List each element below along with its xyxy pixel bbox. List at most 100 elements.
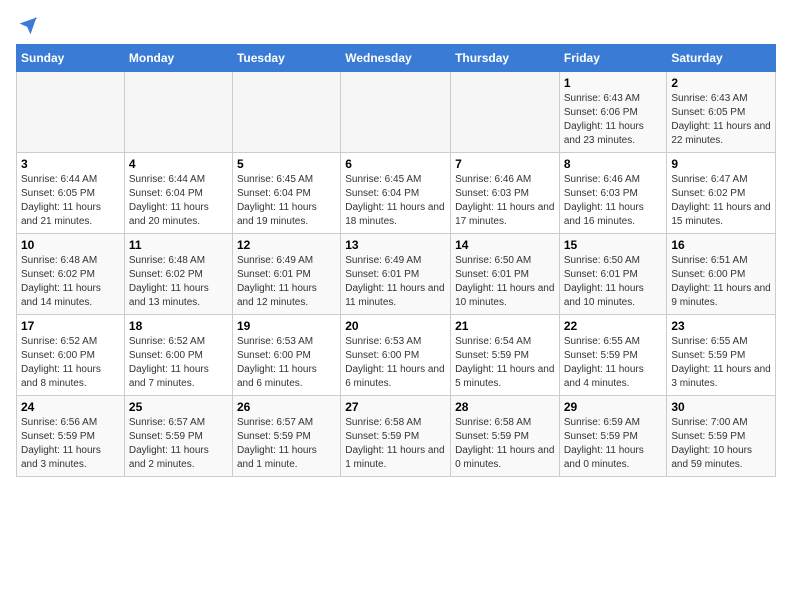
calendar-cell: 28Sunrise: 6:58 AM Sunset: 5:59 PM Dayli… [451, 396, 560, 477]
day-info: Sunrise: 6:59 AM Sunset: 5:59 PM Dayligh… [564, 416, 663, 472]
day-number: 2 [671, 76, 771, 90]
day-info: Sunrise: 6:57 AM Sunset: 5:59 PM Dayligh… [237, 416, 336, 472]
day-info: Sunrise: 6:58 AM Sunset: 5:59 PM Dayligh… [455, 416, 555, 472]
day-info: Sunrise: 6:50 AM Sunset: 6:01 PM Dayligh… [564, 254, 663, 310]
day-info: Sunrise: 6:43 AM Sunset: 6:05 PM Dayligh… [671, 92, 771, 148]
week-row-2: 3 Sunrise: 6:44 AM Sunset: 6:05 PM Daylig… [17, 153, 776, 234]
day-info: Sunrise: 6:43 AM Sunset: 6:06 PM Dayligh… [564, 92, 663, 148]
calendar-cell: 17 Sunrise: 6:52 AM Sunset: 6:00 PM Dayli… [17, 315, 125, 396]
calendar-cell: 22 Sunrise: 6:55 AM Sunset: 5:59 PM Dayli… [559, 315, 667, 396]
calendar-cell: 21 Sunrise: 6:54 AM Sunset: 5:59 PM Dayli… [451, 315, 560, 396]
day-number: 7 [455, 157, 555, 171]
weekday-header-saturday: Saturday [667, 45, 776, 72]
day-number: 23 [671, 319, 771, 333]
day-number: 3 [21, 157, 120, 171]
calendar-cell: 18 Sunrise: 6:52 AM Sunset: 6:00 PM Dayli… [124, 315, 232, 396]
day-info: Sunrise: 6:56 AM Sunset: 5:59 PM Dayligh… [21, 416, 120, 472]
day-info: Sunrise: 6:58 AM Sunset: 5:59 PM Dayligh… [345, 416, 446, 472]
day-info: Sunrise: 6:49 AM Sunset: 6:01 PM Dayligh… [345, 254, 446, 310]
weekday-header-friday: Friday [559, 45, 667, 72]
day-number: 17 [21, 319, 120, 333]
calendar-cell: 5Sunrise: 6:45 AM Sunset: 6:04 PM Daylig… [232, 153, 340, 234]
weekday-header-thursday: Thursday [451, 45, 560, 72]
day-info: Sunrise: 6:52 AM Sunset: 6:00 PM Dayligh… [21, 335, 120, 391]
day-number: 9 [671, 157, 771, 171]
calendar-cell: 11Sunrise: 6:48 AM Sunset: 6:02 PM Dayli… [124, 234, 232, 315]
day-info: Sunrise: 6:53 AM Sunset: 6:00 PM Dayligh… [237, 335, 336, 391]
day-number: 30 [671, 400, 771, 414]
day-info: Sunrise: 7:00 AM Sunset: 5:59 PM Dayligh… [671, 416, 771, 472]
weekday-header-tuesday: Tuesday [232, 45, 340, 72]
day-number: 22 [564, 319, 663, 333]
calendar-cell: 2 Sunrise: 6:43 AM Sunset: 6:05 PM Daylig… [667, 72, 776, 153]
weekday-header-wednesday: Wednesday [341, 45, 451, 72]
calendar-cell: 8 Sunrise: 6:46 AM Sunset: 6:03 PM Daylig… [559, 153, 667, 234]
day-info: Sunrise: 6:55 AM Sunset: 5:59 PM Dayligh… [564, 335, 663, 391]
calendar-cell: 15 Sunrise: 6:50 AM Sunset: 6:01 PM Dayli… [559, 234, 667, 315]
day-number: 11 [129, 238, 228, 252]
day-number: 27 [345, 400, 446, 414]
day-info: Sunrise: 6:48 AM Sunset: 6:02 PM Dayligh… [21, 254, 120, 310]
day-number: 18 [129, 319, 228, 333]
calendar-cell: 25 Sunrise: 6:57 AM Sunset: 5:59 PM Dayli… [124, 396, 232, 477]
calendar-cell: 6 Sunrise: 6:45 AM Sunset: 6:04 PM Daylig… [341, 153, 451, 234]
calendar-cell: 19 Sunrise: 6:53 AM Sunset: 6:00 PM Dayli… [232, 315, 340, 396]
weekday-header-sunday: Sunday [17, 45, 125, 72]
day-number: 15 [564, 238, 663, 252]
day-info: Sunrise: 6:51 AM Sunset: 6:00 PM Dayligh… [671, 254, 771, 310]
day-info: Sunrise: 6:47 AM Sunset: 6:02 PM Dayligh… [671, 173, 771, 229]
day-number: 21 [455, 319, 555, 333]
day-info: Sunrise: 6:46 AM Sunset: 6:03 PM Dayligh… [455, 173, 555, 229]
calendar-cell: 4 Sunrise: 6:44 AM Sunset: 6:04 PM Daylig… [124, 153, 232, 234]
calendar-cell [451, 72, 560, 153]
logo [16, 16, 38, 32]
calendar-cell: 12 Sunrise: 6:49 AM Sunset: 6:01 PM Dayli… [232, 234, 340, 315]
calendar-cell [341, 72, 451, 153]
calendar-table: SundayMondayTuesdayWednesdayThursdayFrid… [16, 44, 776, 477]
week-row-4: 17 Sunrise: 6:52 AM Sunset: 6:00 PM Dayli… [17, 315, 776, 396]
calendar-cell: 13Sunrise: 6:49 AM Sunset: 6:01 PM Dayli… [341, 234, 451, 315]
day-number: 12 [237, 238, 336, 252]
day-number: 6 [345, 157, 446, 171]
day-info: Sunrise: 6:46 AM Sunset: 6:03 PM Dayligh… [564, 173, 663, 229]
calendar-cell [17, 72, 125, 153]
calendar-cell: 23 Sunrise: 6:55 AM Sunset: 5:59 PM Dayli… [667, 315, 776, 396]
day-info: Sunrise: 6:55 AM Sunset: 5:59 PM Dayligh… [671, 335, 771, 391]
day-info: Sunrise: 6:57 AM Sunset: 5:59 PM Dayligh… [129, 416, 228, 472]
day-number: 8 [564, 157, 663, 171]
day-number: 5 [237, 157, 336, 171]
day-info: Sunrise: 6:53 AM Sunset: 6:00 PM Dayligh… [345, 335, 446, 391]
calendar-cell: 24Sunrise: 6:56 AM Sunset: 5:59 PM Dayli… [17, 396, 125, 477]
calendar-cell [124, 72, 232, 153]
day-number: 1 [564, 76, 663, 90]
calendar-cell: 7 Sunrise: 6:46 AM Sunset: 6:03 PM Daylig… [451, 153, 560, 234]
calendar-cell: 29Sunrise: 6:59 AM Sunset: 5:59 PM Dayli… [559, 396, 667, 477]
day-number: 10 [21, 238, 120, 252]
calendar-header: SundayMondayTuesdayWednesdayThursdayFrid… [17, 45, 776, 72]
day-number: 20 [345, 319, 446, 333]
calendar-cell: 16 Sunrise: 6:51 AM Sunset: 6:00 PM Dayli… [667, 234, 776, 315]
calendar-cell: 9 Sunrise: 6:47 AM Sunset: 6:02 PM Daylig… [667, 153, 776, 234]
weekday-header-monday: Monday [124, 45, 232, 72]
day-number: 19 [237, 319, 336, 333]
calendar-cell [232, 72, 340, 153]
calendar-cell: 20 Sunrise: 6:53 AM Sunset: 6:00 PM Dayli… [341, 315, 451, 396]
day-number: 25 [129, 400, 228, 414]
day-info: Sunrise: 6:54 AM Sunset: 5:59 PM Dayligh… [455, 335, 555, 391]
week-row-3: 10 Sunrise: 6:48 AM Sunset: 6:02 PM Dayli… [17, 234, 776, 315]
calendar-cell: 1 Sunrise: 6:43 AM Sunset: 6:06 PM Daylig… [559, 72, 667, 153]
day-info: Sunrise: 6:44 AM Sunset: 6:04 PM Dayligh… [129, 173, 228, 229]
week-row-1: 1 Sunrise: 6:43 AM Sunset: 6:06 PM Daylig… [17, 72, 776, 153]
day-number: 16 [671, 238, 771, 252]
day-info: Sunrise: 6:49 AM Sunset: 6:01 PM Dayligh… [237, 254, 336, 310]
calendar-cell: 3 Sunrise: 6:44 AM Sunset: 6:05 PM Daylig… [17, 153, 125, 234]
calendar-cell: 30 Sunrise: 7:00 AM Sunset: 5:59 PM Dayli… [667, 396, 776, 477]
day-info: Sunrise: 6:45 AM Sunset: 6:04 PM Dayligh… [345, 173, 446, 229]
day-number: 14 [455, 238, 555, 252]
week-row-5: 24Sunrise: 6:56 AM Sunset: 5:59 PM Dayli… [17, 396, 776, 477]
calendar-cell: 26Sunrise: 6:57 AM Sunset: 5:59 PM Dayli… [232, 396, 340, 477]
day-info: Sunrise: 6:52 AM Sunset: 6:00 PM Dayligh… [129, 335, 228, 391]
day-number: 4 [129, 157, 228, 171]
day-info: Sunrise: 6:44 AM Sunset: 6:05 PM Dayligh… [21, 173, 120, 229]
calendar-body: 1 Sunrise: 6:43 AM Sunset: 6:06 PM Daylig… [17, 72, 776, 477]
